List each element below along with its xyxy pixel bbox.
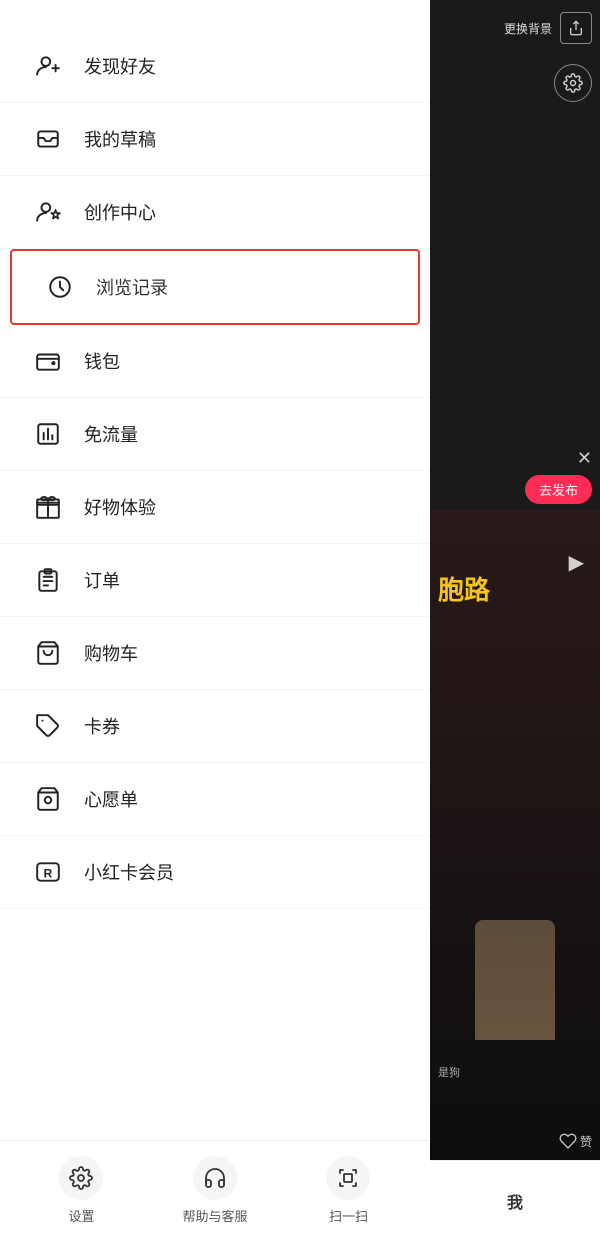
play-icon: ▶: [569, 550, 584, 575]
headset-icon: [193, 1156, 237, 1200]
person-star-icon: [30, 194, 66, 230]
bar-chart-icon: [30, 416, 66, 452]
shopping-cart-icon: [30, 635, 66, 671]
menu-item-wallet[interactable]: 钱包: [0, 325, 430, 398]
help-button[interactable]: 帮助与客服: [182, 1156, 247, 1225]
inbox-icon: [30, 121, 66, 157]
video-title: 胞路: [438, 570, 490, 607]
share-icon[interactable]: [560, 12, 592, 44]
like-area: 赞: [559, 1132, 592, 1150]
menu-item-drafts[interactable]: 我的草稿: [0, 103, 430, 176]
change-bg-label: 更换背景: [504, 20, 552, 37]
menu-label-vip: 小红卡会员: [84, 859, 174, 885]
scan-button[interactable]: 扫一扫: [326, 1156, 370, 1225]
menu-label-coupons: 卡券: [84, 713, 120, 739]
clipboard-icon: [30, 562, 66, 598]
menu-list: 发现好友 我的草稿 创作中心: [0, 0, 430, 909]
bag-icon: [30, 781, 66, 817]
like-label: 赞: [580, 1133, 592, 1150]
menu-item-coupons[interactable]: 卡券: [0, 690, 430, 763]
menu-label-orders: 订单: [84, 567, 120, 593]
wallet-icon: [30, 343, 66, 379]
video-bottom-text: 是狗: [438, 1064, 460, 1080]
menu-label-wallet: 钱包: [84, 348, 120, 374]
menu-item-free-data[interactable]: 免流量: [0, 398, 430, 471]
menu-item-good-experience[interactable]: 好物体验: [0, 471, 430, 544]
scan-icon: [326, 1156, 370, 1200]
person-add-icon: [30, 48, 66, 84]
menu-label-drafts: 我的草稿: [84, 126, 156, 152]
menu-panel: 发现好友 我的草稿 创作中心: [0, 0, 430, 1240]
menu-item-cart[interactable]: 购物车: [0, 617, 430, 690]
menu-item-creation[interactable]: 创作中心: [0, 176, 430, 249]
menu-item-orders[interactable]: 订单: [0, 544, 430, 617]
publish-button[interactable]: 去发布: [525, 475, 592, 504]
vip-r-icon: R: [30, 854, 66, 890]
gear-icon: [59, 1156, 103, 1200]
tab-me-label: 我: [507, 1189, 523, 1213]
svg-text:R: R: [44, 866, 53, 880]
menu-label-creation: 创作中心: [84, 199, 156, 225]
menu-label-history: 浏览记录: [96, 274, 168, 300]
menu-item-vip[interactable]: R 小红卡会员: [0, 836, 430, 909]
menu-label-find-friends: 发现好友: [84, 53, 156, 79]
settings-button[interactable]: 设置: [59, 1156, 103, 1225]
gift-icon: [30, 489, 66, 525]
scan-label: 扫一扫: [329, 1206, 368, 1225]
menu-label-good-experience: 好物体验: [84, 494, 156, 520]
settings-label: 设置: [68, 1206, 94, 1225]
right-panel: 更换背景 ✕ 去发布 ▶ 胞: [430, 0, 600, 1240]
tab-me[interactable]: 我: [430, 1160, 600, 1240]
tag-icon: [30, 708, 66, 744]
help-label: 帮助与客服: [182, 1206, 247, 1225]
menu-item-find-friends[interactable]: 发现好友: [0, 30, 430, 103]
menu-label-free-data: 免流量: [84, 421, 138, 447]
bottom-action-bar: 设置 帮助与客服 扫一扫: [0, 1140, 430, 1240]
settings-icon-right[interactable]: [554, 64, 592, 102]
clock-icon: [42, 269, 78, 305]
video-thumbnail: ▶ 胞路 是狗: [430, 510, 600, 1160]
menu-item-wishlist[interactable]: 心愿单: [0, 763, 430, 836]
menu-item-history[interactable]: 浏览记录: [10, 249, 420, 325]
menu-label-wishlist: 心愿单: [84, 786, 138, 812]
close-button[interactable]: ✕: [577, 448, 592, 469]
menu-label-cart: 购物车: [84, 640, 138, 666]
